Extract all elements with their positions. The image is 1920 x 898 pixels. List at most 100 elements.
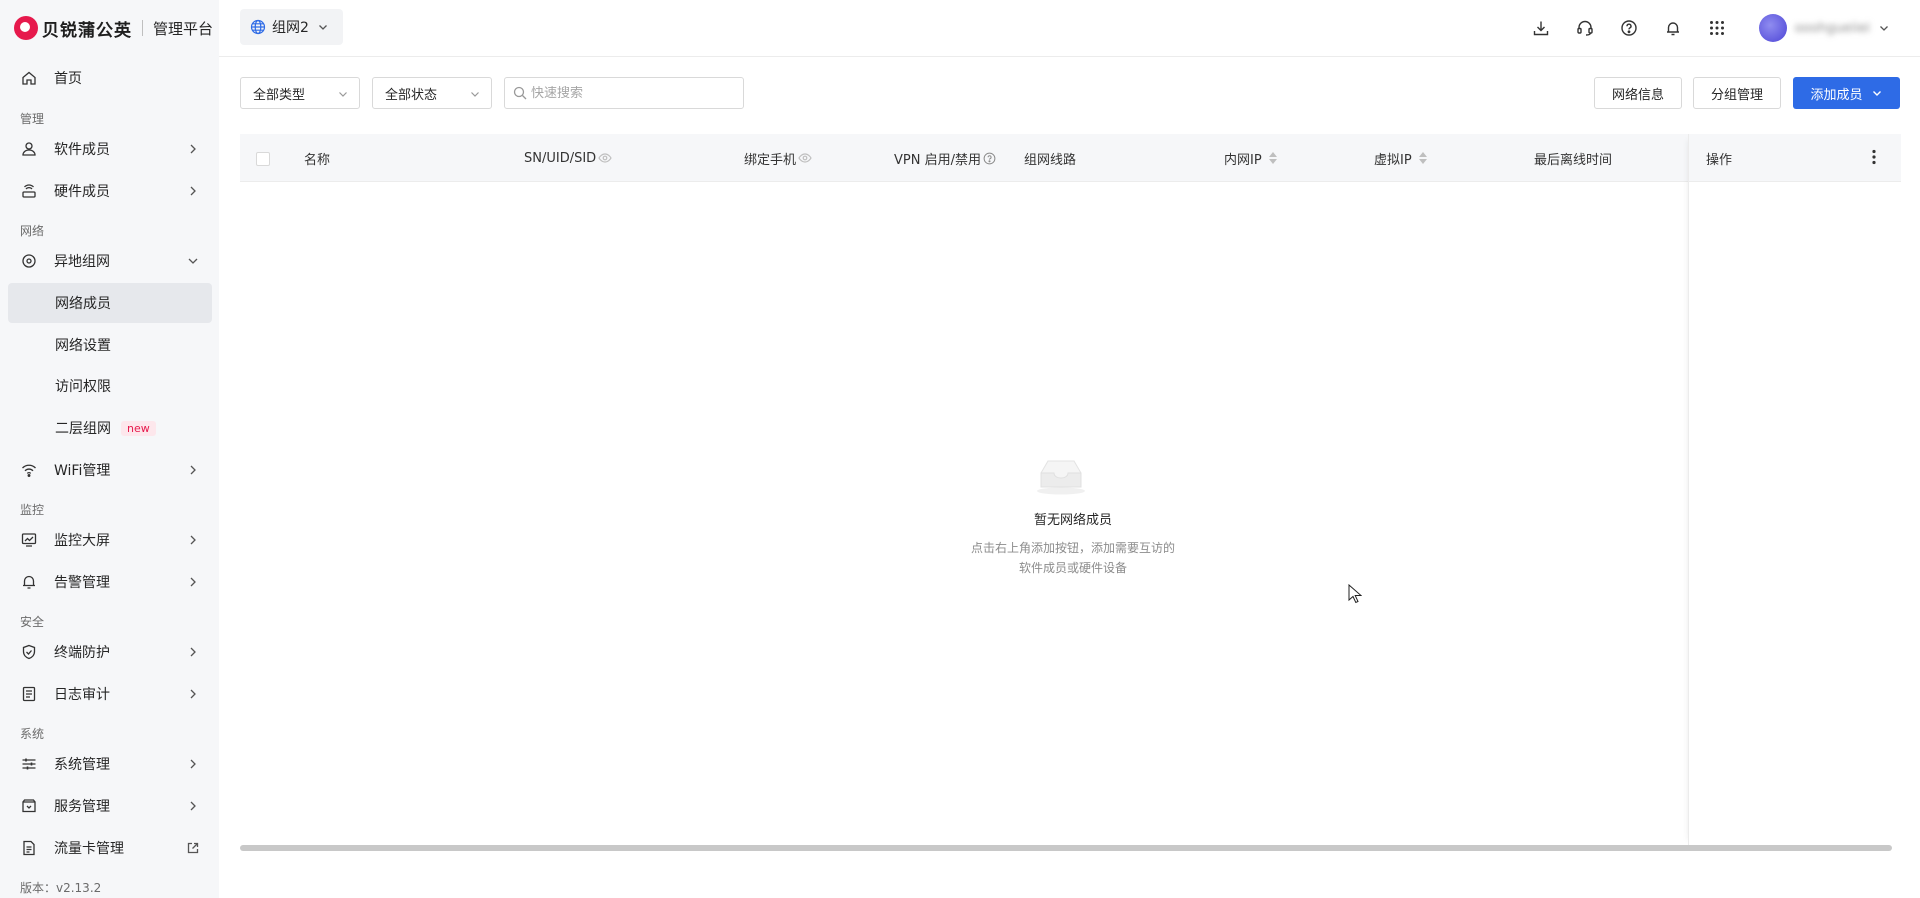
empty-state-desc-line: 点击右上角添加按钮，添加需要互访的 xyxy=(970,541,1175,555)
sidebar-item-layer2-network[interactable]: 二层组网 new xyxy=(8,408,212,448)
sidebar-item-monitor-screen[interactable]: 监控大屏 xyxy=(8,520,212,560)
apps-grid-icon[interactable] xyxy=(1706,17,1728,39)
brand-name: 贝锐蒲公英 xyxy=(42,20,132,41)
sidebar-item-label: 监控大屏 xyxy=(54,533,110,549)
sidebar-item-system-management[interactable]: 系统管理 xyxy=(8,744,212,784)
status-filter-value: 全部状态 xyxy=(385,87,438,103)
sidebar-item-alert-management[interactable]: 告警管理 xyxy=(8,562,212,602)
eye-icon[interactable] xyxy=(798,151,812,165)
network-selector[interactable]: 组网2 xyxy=(240,9,343,45)
download-icon[interactable] xyxy=(1530,17,1552,39)
chevron-down-icon xyxy=(1880,26,1888,31)
sidebar-item-remote-network[interactable]: 异地组网 xyxy=(8,241,212,281)
shield-icon xyxy=(20,643,38,661)
home-icon xyxy=(20,69,38,87)
sidebar-item-label: 异地组网 xyxy=(54,254,110,270)
sidebar-item-label: 软件成员 xyxy=(54,142,110,158)
brand-subtitle: 管理平台 xyxy=(153,19,214,38)
sidebar-item-label: 首页 xyxy=(54,71,82,87)
actions-column-fixed xyxy=(1688,134,1901,846)
chevron-right-icon xyxy=(190,759,196,769)
empty-state-title: 暂无网络成员 xyxy=(1033,513,1112,528)
new-badge: new xyxy=(121,420,156,436)
sidebar-item-access-control[interactable]: 访问权限 xyxy=(8,366,212,406)
section-label-network: 网络 xyxy=(20,224,45,238)
add-member-button[interactable]: 添加成员 xyxy=(1793,77,1900,109)
search-input[interactable] xyxy=(531,85,731,101)
horizontal-scrollbar[interactable] xyxy=(240,845,1892,851)
log-document-icon xyxy=(20,685,38,703)
sidebar-item-service-management[interactable]: 服务管理 xyxy=(8,786,212,826)
column-header-route: 组网线路 xyxy=(1024,134,1076,182)
help-icon[interactable] xyxy=(1618,17,1640,39)
user-icon xyxy=(20,140,38,158)
table-header: 名称 SN/UID/SID 绑定手机 VPN 启用/禁用 组网线路 内网IP 虚… xyxy=(240,134,1901,182)
sidebar-item-data-card-management[interactable]: 流量卡管理 xyxy=(8,828,212,868)
headset-support-icon[interactable] xyxy=(1574,17,1596,39)
sort-icon[interactable] xyxy=(1268,152,1277,164)
network-info-button[interactable]: 网络信息 xyxy=(1594,77,1682,109)
sidebar-item-home[interactable]: 首页 xyxy=(8,58,212,98)
chevron-right-icon xyxy=(190,465,196,475)
router-icon xyxy=(20,182,38,200)
sidebar-item-network-settings[interactable]: 网络设置 xyxy=(8,325,212,365)
sidebar-item-hardware-members[interactable]: 硬件成员 xyxy=(8,171,212,211)
column-header-name: 名称 xyxy=(304,134,330,182)
sliders-icon xyxy=(20,755,38,773)
network-selector-label: 组网2 xyxy=(272,20,309,36)
group-management-button[interactable]: 分组管理 xyxy=(1693,77,1781,109)
sidebar-item-network-members[interactable]: 网络成员 xyxy=(8,283,212,323)
sidebar-item-label: 网络设置 xyxy=(55,338,111,354)
notification-bell-icon[interactable] xyxy=(1662,17,1684,39)
bell-icon xyxy=(20,573,38,591)
chevron-right-icon xyxy=(190,689,196,699)
question-circle-icon[interactable] xyxy=(983,152,996,165)
add-member-label: 添加成员 xyxy=(1810,87,1863,103)
type-filter-select[interactable]: 全部类型 xyxy=(240,77,360,109)
more-vertical-icon[interactable] xyxy=(1866,148,1882,166)
chevron-down-icon xyxy=(188,258,198,264)
avatar xyxy=(1758,14,1787,42)
mouse-cursor-icon xyxy=(1348,584,1362,604)
chevron-down-icon xyxy=(339,92,347,97)
eye-icon[interactable] xyxy=(598,151,612,165)
sidebar-item-wifi-management[interactable]: WiFi管理 xyxy=(8,450,212,490)
column-label: SN/UID/SID xyxy=(524,150,597,166)
section-label-system: 系统 xyxy=(20,727,45,741)
sidebar-item-label: 流量卡管理 xyxy=(54,841,124,857)
brand-logo[interactable]: 贝锐蒲公英 管理平台 xyxy=(14,15,213,41)
brand-divider xyxy=(142,20,143,36)
sidebar-item-label: 服务管理 xyxy=(54,799,110,815)
sidebar-item-label: 二层组网 xyxy=(55,421,111,437)
column-header-lan-ip[interactable]: 内网IP xyxy=(1224,134,1277,182)
select-all-checkbox[interactable] xyxy=(256,152,270,166)
column-label: 绑定手机 xyxy=(744,152,797,168)
sidebar-item-label: WiFi管理 xyxy=(54,463,111,479)
sidebar-item-label: 网络成员 xyxy=(55,296,111,312)
section-label-security: 安全 xyxy=(20,615,45,629)
sidebar-item-log-audit[interactable]: 日志审计 xyxy=(8,674,212,714)
sidebar-item-label: 日志审计 xyxy=(54,687,110,703)
column-label: VPN 启用/禁用 xyxy=(894,152,981,168)
quick-search[interactable] xyxy=(504,77,744,109)
status-filter-select[interactable]: 全部状态 xyxy=(372,77,492,109)
column-label: 最后离线时间 xyxy=(1534,152,1613,168)
sidebar-item-label: 访问权限 xyxy=(55,379,111,395)
column-header-sn-uid-sid: SN/UID/SID xyxy=(524,134,612,182)
sidebar-item-label: 系统管理 xyxy=(54,757,110,773)
sidebar-item-label: 告警管理 xyxy=(54,575,110,591)
sidebar-item-endpoint-protection[interactable]: 终端防护 xyxy=(8,632,212,672)
app-root: 贝锐蒲公英 管理平台 首页 管理 软件成员 硬件成员 网络 异地组网 网络成员 … xyxy=(0,0,1920,898)
user-menu[interactable]: ooohgueiiei xyxy=(1758,12,1890,44)
column-header-virtual-ip[interactable]: 虚拟IP xyxy=(1374,134,1427,182)
wifi-icon xyxy=(20,461,38,479)
sort-icon[interactable] xyxy=(1418,152,1427,164)
sidebar-item-software-members[interactable]: 软件成员 xyxy=(8,129,212,169)
monitor-chart-icon xyxy=(20,531,38,549)
column-header-last-offline: 最后离线时间 xyxy=(1534,134,1612,182)
column-header-vpn: VPN 启用/禁用 xyxy=(894,134,996,182)
column-header-bound-phone: 绑定手机 xyxy=(744,134,812,182)
app-version: 版本：v2.13.2 xyxy=(20,881,102,895)
chevron-down-icon xyxy=(1872,91,1881,96)
chevron-down-icon xyxy=(471,92,479,97)
